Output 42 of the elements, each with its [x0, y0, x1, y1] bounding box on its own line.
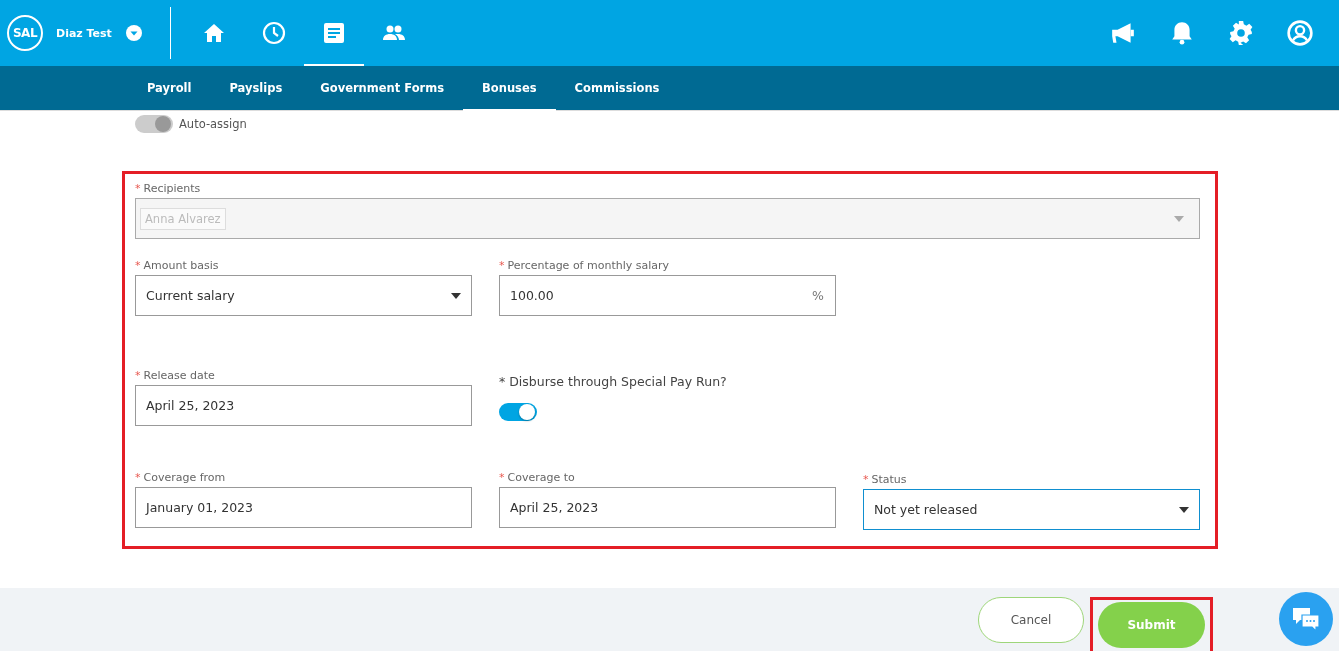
clock-icon	[261, 21, 286, 45]
dropdown-caret-icon	[1174, 215, 1184, 222]
settings-icon	[1227, 20, 1254, 46]
chat-icon	[1292, 607, 1320, 631]
input-field[interactable]: January 01, 2023	[135, 487, 472, 528]
required-mark: *	[499, 258, 505, 272]
field-label: Status	[871, 472, 907, 486]
tab[interactable]: Commissions	[555, 66, 679, 111]
tab[interactable]: Payslips	[210, 66, 302, 111]
tab[interactable]: Government Forms	[301, 66, 464, 111]
toggle-switch[interactable]	[499, 403, 537, 421]
field-label: Coverage from	[143, 470, 226, 484]
account-icon	[1286, 20, 1313, 46]
tab[interactable]: Bonuses	[463, 66, 556, 111]
toggle-label: Auto-assign	[179, 117, 247, 131]
document-icon	[321, 21, 346, 45]
required-mark: *	[135, 368, 141, 382]
required-mark: *	[135, 181, 141, 195]
required-mark: *	[135, 258, 141, 272]
megaphone-icon	[1109, 20, 1136, 46]
field-label: Coverage to	[507, 470, 575, 484]
field-label: Recipients	[143, 181, 201, 195]
required-mark: *	[499, 470, 505, 484]
cancel-button[interactable]: Cancel	[978, 596, 1084, 643]
required-mark: *	[135, 470, 141, 484]
dropdown-caret-icon	[451, 292, 461, 299]
input-field[interactable]: April 25, 2023	[499, 487, 836, 528]
logo: SAL	[7, 15, 43, 51]
field-label: Release date	[143, 368, 215, 382]
required-mark: *	[863, 472, 869, 486]
input-field[interactable]: 100.00 %	[499, 275, 836, 316]
caret-icon	[125, 25, 142, 41]
field-label: Percentage of monthly salary	[507, 258, 670, 272]
tab[interactable]: Payroll	[128, 66, 211, 111]
unit-label: %	[812, 288, 824, 303]
dropdown-field[interactable]: Not yet released	[863, 489, 1200, 530]
input-field[interactable]: April 25, 2023	[135, 385, 472, 426]
field-label: Amount basis	[143, 258, 219, 272]
recipient-tag: Anna Alvarez	[140, 207, 226, 230]
dropdown-field[interactable]: Current salary	[135, 275, 472, 316]
dropdown-caret-icon	[1179, 506, 1189, 513]
field-label: * Disburse through Special Pay Run?	[499, 373, 727, 389]
